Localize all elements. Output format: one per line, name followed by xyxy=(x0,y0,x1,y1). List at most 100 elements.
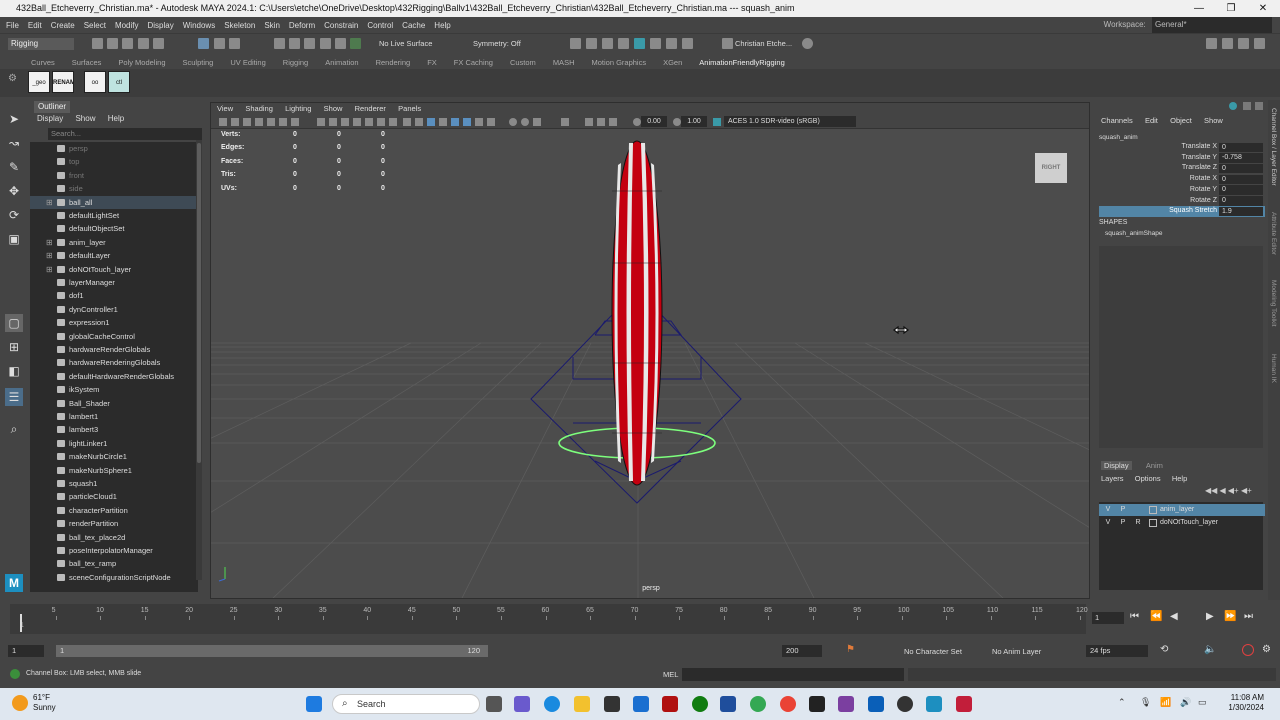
attribute-editor-toggle-icon[interactable] xyxy=(1222,38,1233,49)
select-object-icon[interactable] xyxy=(214,38,225,49)
search-icon[interactable]: ⌕ xyxy=(5,420,23,438)
menu-constrain[interactable]: Constrain xyxy=(324,21,358,30)
shelf-settings-icon[interactable]: ⚙ xyxy=(8,73,17,84)
menuset-dropdown[interactable]: Rigging xyxy=(8,38,74,50)
scale-tool-icon[interactable]: ▣ xyxy=(5,230,23,248)
render-settings-icon[interactable] xyxy=(618,38,629,49)
outliner-item[interactable]: particleCloud1 xyxy=(30,490,198,503)
outliner-item[interactable]: lambert1 xyxy=(30,410,198,423)
side-tab-human-ik[interactable]: Human IK xyxy=(1270,354,1277,383)
loop-icon[interactable]: ⟲ xyxy=(1160,644,1168,655)
maya-taskbar-icon[interactable] xyxy=(720,696,736,712)
help-icon[interactable] xyxy=(802,38,813,49)
sidebar-toggle-icon[interactable] xyxy=(1206,38,1217,49)
expand-icon[interactable]: ⊞ xyxy=(46,263,53,276)
outliner-search-input[interactable]: Search... xyxy=(48,128,202,140)
menu-skin[interactable]: Skin xyxy=(264,21,280,30)
xbox-icon[interactable] xyxy=(692,696,708,712)
go-to-end-icon[interactable]: ⏭ xyxy=(1244,611,1253,622)
menu-skeleton[interactable]: Skeleton xyxy=(224,21,255,30)
menu-deform[interactable]: Deform xyxy=(289,21,315,30)
render-frame-icon[interactable] xyxy=(570,38,581,49)
outliner-item[interactable]: sceneConfigurationScriptNode xyxy=(30,571,198,584)
outliner-menu-display[interactable]: Display xyxy=(37,114,63,123)
side-tab-attribute-editor[interactable]: Attribute Editor xyxy=(1270,212,1277,255)
tool-settings-toggle-icon[interactable] xyxy=(1238,38,1249,49)
channel-value-field[interactable]: 0 xyxy=(1219,174,1263,185)
outliner-item[interactable]: lightLinker1 xyxy=(30,437,198,450)
channel-row[interactable]: Translate X0 xyxy=(1099,142,1265,153)
outliner-scroll-thumb[interactable] xyxy=(197,143,201,463)
undo-icon[interactable] xyxy=(138,38,149,49)
attribute-editor-icon[interactable] xyxy=(1243,102,1251,110)
maya-active-icon[interactable] xyxy=(926,696,942,712)
outliner-item[interactable]: hardwareRenderingGlobals xyxy=(30,356,198,369)
pause-icon[interactable] xyxy=(682,38,693,49)
outliner-tab[interactable]: Outliner xyxy=(34,101,71,113)
outliner-item[interactable]: top xyxy=(30,155,198,168)
menu-edit[interactable]: Edit xyxy=(28,21,42,30)
shelf-button-control[interactable]: ctl xyxy=(108,71,130,93)
go-to-start-icon[interactable]: ⏮ xyxy=(1130,611,1139,622)
close-button[interactable]: ✕ xyxy=(1248,0,1278,17)
cb-menu-channels[interactable]: Channels xyxy=(1101,116,1133,125)
app-dark-icon[interactable] xyxy=(809,696,825,712)
outliner-menu-help[interactable]: Help xyxy=(108,114,124,123)
snap-live-icon[interactable] xyxy=(350,38,361,49)
cb-menu-edit[interactable]: Edit xyxy=(1145,116,1158,125)
expand-icon[interactable]: ⊞ xyxy=(46,236,53,249)
scene-end-field[interactable]: 200 xyxy=(782,645,822,657)
outliner-item[interactable]: makeNurbSphere1 xyxy=(30,464,198,477)
stretched-ball[interactable] xyxy=(611,140,663,486)
outliner-item[interactable]: hardwareRenderGlobals xyxy=(30,343,198,356)
move-tool-icon[interactable]: ✥ xyxy=(5,182,23,200)
shelf-tab-motion-graphics[interactable]: Motion Graphics xyxy=(591,58,646,67)
workspace-selector[interactable]: Workspace: General* xyxy=(1104,17,1272,33)
fps-dropdown[interactable]: 24 fps xyxy=(1086,645,1148,657)
shelf-tab-xgen[interactable]: XGen xyxy=(663,58,682,67)
play-icon[interactable] xyxy=(666,38,677,49)
outliner-item[interactable]: poseInterpolatorManager xyxy=(30,544,198,557)
outliner-item[interactable]: makeNurbCircle1 xyxy=(30,450,198,463)
anim-layer-dropdown[interactable]: No Anim Layer xyxy=(992,647,1041,656)
shelf-tab-sculpting[interactable]: Sculpting xyxy=(182,58,213,67)
menu-help[interactable]: Help xyxy=(434,21,450,30)
taskbar-search[interactable]: Search xyxy=(332,694,480,714)
channel-name[interactable]: Translate X xyxy=(1181,142,1217,153)
outliner-menu-show[interactable]: Show xyxy=(75,114,95,123)
weather-widget[interactable]: 61°F Sunny xyxy=(33,693,56,713)
channel-row[interactable]: Translate Z0 xyxy=(1099,163,1265,174)
app-red-icon[interactable] xyxy=(662,696,678,712)
outliner-item[interactable]: front xyxy=(30,169,198,182)
outliner-item[interactable]: ⊞ defaultLayer xyxy=(30,249,198,262)
outliner-item[interactable]: globalCacheControl xyxy=(30,330,198,343)
shelf-tab-uv-editing[interactable]: UV Editing xyxy=(230,58,265,67)
single-view-icon[interactable]: ▢ xyxy=(5,314,23,332)
shelf-tab-fx-caching[interactable]: FX Caching xyxy=(454,58,493,67)
layer-tab-display[interactable]: Display xyxy=(1101,461,1132,470)
channel-box-toggle-icon[interactable] xyxy=(1254,38,1265,49)
app-blue-icon[interactable] xyxy=(868,696,884,712)
select-component-icon[interactable] xyxy=(229,38,240,49)
layer-row[interactable]: V Panim_layer xyxy=(1099,504,1265,516)
ipr-render-icon[interactable] xyxy=(602,38,613,49)
menu-windows[interactable]: Windows xyxy=(183,21,215,30)
minimize-button[interactable]: — xyxy=(1184,0,1214,17)
layer-color-swatch[interactable] xyxy=(1149,519,1157,527)
outliner-item[interactable]: ⊞ ball_all xyxy=(30,195,198,209)
channel-value-field[interactable]: -0.758 xyxy=(1219,153,1263,163)
shelf-tab-poly-modeling[interactable]: Poly Modeling xyxy=(118,58,165,67)
weather-icon[interactable] xyxy=(12,695,28,711)
outliner-item[interactable]: ikSystem xyxy=(30,383,198,396)
outliner-item[interactable]: renderPartition xyxy=(30,517,198,530)
outliner-item[interactable]: ⊞ doNOtTouch_layer xyxy=(30,263,198,276)
channel-row[interactable]: Rotate Z0 xyxy=(1099,196,1265,207)
channel-row[interactable]: Translate Y -0.758 xyxy=(1099,153,1265,164)
channel-row[interactable]: Rotate X0 xyxy=(1099,174,1265,185)
play-backward-icon[interactable]: ◀ xyxy=(1170,611,1178,622)
snap-point-icon[interactable] xyxy=(304,38,315,49)
layer-playback-toggle[interactable]: P xyxy=(1118,504,1128,516)
media-player-icon[interactable] xyxy=(897,696,913,712)
cb-menu-show[interactable]: Show xyxy=(1204,116,1223,125)
paint-select-tool-icon[interactable]: ✎ xyxy=(5,158,23,176)
